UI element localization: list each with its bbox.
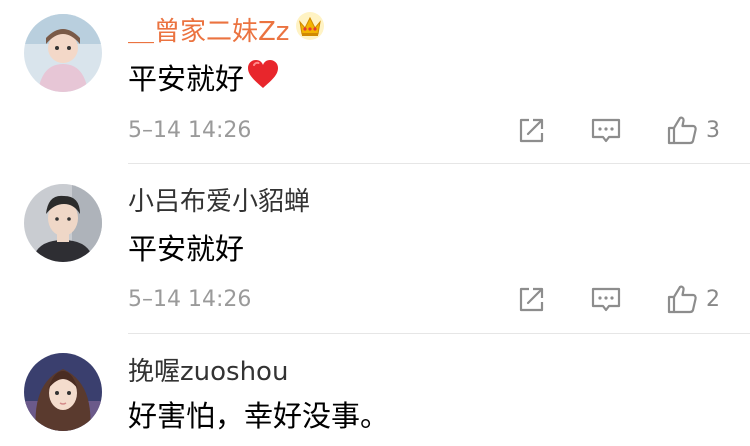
username-text[interactable]: ＿曾家二妹Zz xyxy=(128,17,289,47)
comment-item: 小吕布爱小貂蝉 平安就好 5–14 14:26 2 xyxy=(0,164,750,334)
thumbs-up-icon xyxy=(667,116,697,145)
comment-icon[interactable] xyxy=(590,285,622,319)
avatar[interactable] xyxy=(24,14,102,92)
comment-text-content: 平安就好 xyxy=(128,62,245,96)
repost-icon[interactable] xyxy=(516,285,546,319)
like-button[interactable]: 2 xyxy=(666,283,720,315)
timestamp: 5–14 14:26 xyxy=(128,287,252,312)
username[interactable]: 小吕布爱小貂蝉 xyxy=(128,186,310,218)
like-button[interactable]: 3 xyxy=(666,114,720,146)
repost-icon[interactable] xyxy=(516,116,546,150)
username[interactable]: 挽喔zuoshou xyxy=(128,356,288,388)
red-heart-icon xyxy=(246,58,280,98)
avatar[interactable] xyxy=(24,353,102,431)
comment-icon[interactable] xyxy=(590,116,622,150)
timestamp: 5–14 14:26 xyxy=(128,118,252,143)
comment-item: ＿曾家二妹Zz 平安就好 5–14 14:26 3 xyxy=(0,0,750,164)
comment-text: 平安就好 xyxy=(128,232,245,266)
thumbs-up-icon xyxy=(667,285,697,314)
crown-icon xyxy=(295,11,325,49)
username[interactable]: ＿曾家二妹Zz xyxy=(128,11,325,49)
comment-text: 好害怕，幸好没事。 xyxy=(128,399,390,433)
comment-text: 平安就好 xyxy=(128,58,280,98)
like-count: 2 xyxy=(706,286,720,312)
comment-item: 挽喔zuoshou 好害怕，幸好没事。 xyxy=(0,334,750,446)
like-count: 3 xyxy=(706,117,720,143)
avatar[interactable] xyxy=(24,184,102,262)
